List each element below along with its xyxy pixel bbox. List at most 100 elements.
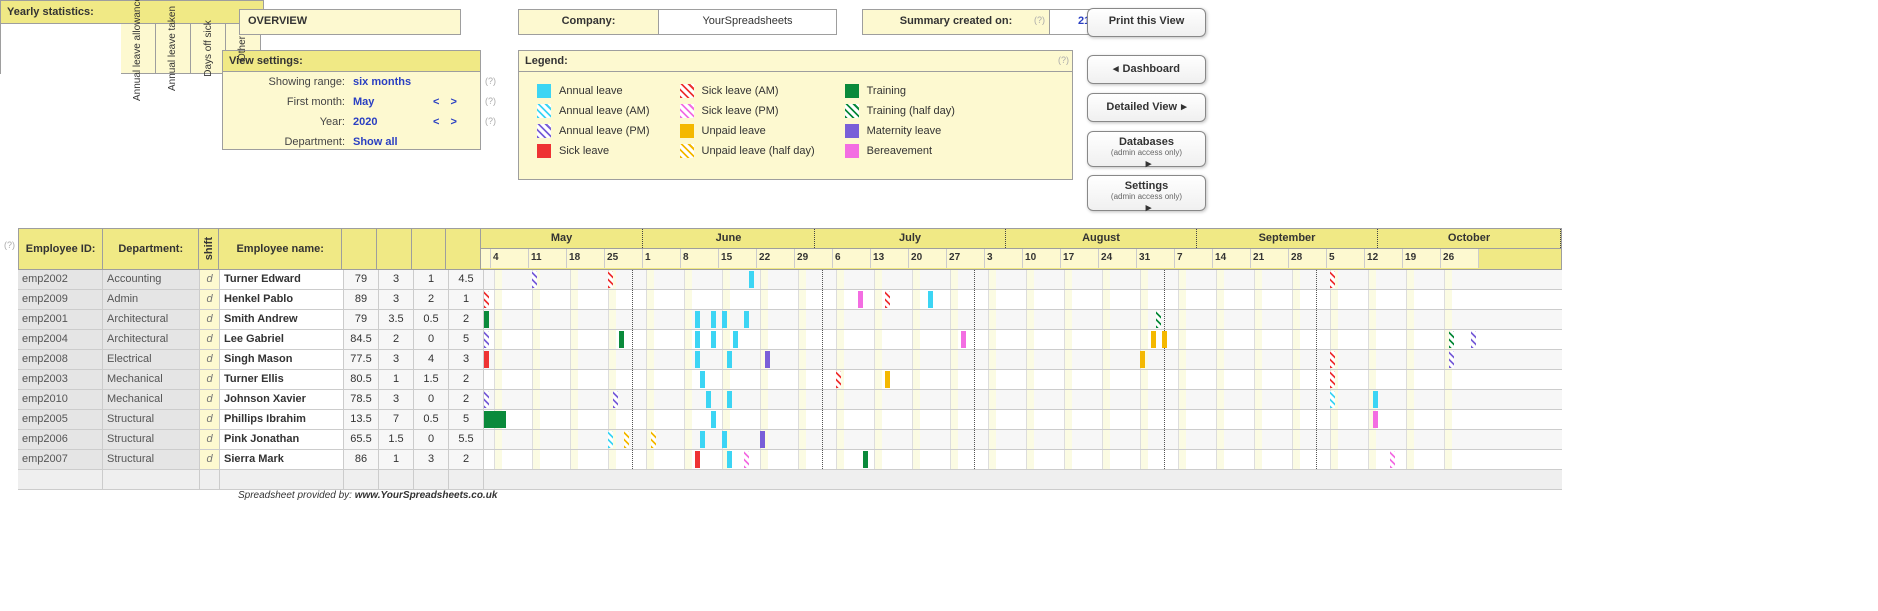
leave-mark[interactable] <box>711 411 716 428</box>
cell-name[interactable]: Phillips Ibrahim <box>220 410 344 430</box>
leave-mark[interactable] <box>961 331 966 348</box>
databases-button[interactable]: Databases (admin access only) <box>1087 131 1206 167</box>
cell-name[interactable]: Lee Gabriel <box>220 330 344 350</box>
leave-mark[interactable] <box>727 451 732 468</box>
cell-name[interactable]: Smith Andrew <box>220 310 344 330</box>
cell-name[interactable]: Pink Jonathan <box>220 430 344 450</box>
footer-link[interactable]: www.YourSpreadsheets.co.uk <box>355 490 498 501</box>
leave-mark[interactable] <box>1156 311 1161 328</box>
prev-next-arrows[interactable]: < > <box>433 116 461 128</box>
leave-mark[interactable] <box>532 271 537 288</box>
cell-shift[interactable]: d <box>200 330 220 350</box>
leave-mark[interactable] <box>1140 351 1145 368</box>
leave-mark[interactable] <box>695 351 700 368</box>
timeline[interactable] <box>484 310 1562 330</box>
leave-mark[interactable] <box>484 411 506 428</box>
cell-shift[interactable]: d <box>200 290 220 310</box>
cell-shift[interactable]: d <box>200 430 220 450</box>
help-icon[interactable]: (?) <box>485 76 496 86</box>
leave-mark[interactable] <box>711 331 716 348</box>
col-employee-id[interactable]: Employee ID: <box>19 229 103 269</box>
timeline[interactable] <box>484 330 1562 350</box>
leave-mark[interactable] <box>700 371 705 388</box>
leave-mark[interactable] <box>1330 351 1335 368</box>
cell-name[interactable]: Turner Edward <box>220 270 344 290</box>
leave-mark[interactable] <box>484 311 489 328</box>
leave-mark[interactable] <box>613 391 618 408</box>
leave-mark[interactable] <box>695 331 700 348</box>
leave-mark[interactable] <box>695 451 700 468</box>
print-button[interactable]: Print this View <box>1087 8 1206 37</box>
leave-mark[interactable] <box>1330 391 1335 408</box>
cell-shift[interactable]: d <box>200 390 220 410</box>
col-employee-name[interactable]: Employee name: <box>219 229 342 269</box>
leave-mark[interactable] <box>722 431 727 448</box>
leave-mark[interactable] <box>619 331 624 348</box>
cell-shift[interactable]: d <box>200 310 220 330</box>
timeline[interactable] <box>484 370 1562 390</box>
leave-mark[interactable] <box>1449 331 1454 348</box>
leave-mark[interactable] <box>727 351 732 368</box>
leave-mark[interactable] <box>836 371 841 388</box>
cell-name[interactable]: Sierra Mark <box>220 450 344 470</box>
timeline[interactable] <box>484 390 1562 410</box>
leave-mark[interactable] <box>1330 271 1335 288</box>
leave-mark[interactable] <box>765 351 770 368</box>
cell-shift[interactable]: d <box>200 450 220 470</box>
leave-mark[interactable] <box>863 451 868 468</box>
leave-mark[interactable] <box>928 291 933 308</box>
leave-mark[interactable] <box>484 291 489 308</box>
leave-mark[interactable] <box>1162 331 1167 348</box>
help-icon[interactable]: (?) <box>4 240 15 250</box>
help-icon[interactable]: (?) <box>485 116 496 126</box>
setting-value[interactable]: Show all <box>353 136 433 148</box>
cell-shift[interactable]: d <box>200 410 220 430</box>
leave-mark[interactable] <box>722 311 727 328</box>
leave-mark[interactable] <box>1373 391 1378 408</box>
leave-mark[interactable] <box>695 311 700 328</box>
help-icon[interactable]: (?) <box>1058 55 1069 65</box>
leave-mark[interactable] <box>484 391 489 408</box>
leave-mark[interactable] <box>706 391 711 408</box>
leave-mark[interactable] <box>1390 451 1395 468</box>
leave-mark[interactable] <box>744 311 749 328</box>
leave-mark[interactable] <box>744 451 749 468</box>
leave-mark[interactable] <box>885 371 890 388</box>
leave-mark[interactable] <box>484 331 489 348</box>
detailed-view-button[interactable]: Detailed View <box>1087 93 1206 122</box>
setting-value[interactable]: 2020 <box>353 116 433 128</box>
help-icon[interactable]: (?) <box>485 96 496 106</box>
leave-mark[interactable] <box>1449 351 1454 368</box>
leave-mark[interactable] <box>858 291 863 308</box>
cell-shift[interactable]: d <box>200 270 220 290</box>
leave-mark[interactable] <box>1151 331 1156 348</box>
settings-button[interactable]: Settings (admin access only) <box>1087 175 1206 211</box>
leave-mark[interactable] <box>885 291 890 308</box>
prev-next-arrows[interactable]: < > <box>433 96 461 108</box>
leave-mark[interactable] <box>749 271 754 288</box>
cell-name[interactable]: Johnson Xavier <box>220 390 344 410</box>
leave-mark[interactable] <box>608 271 613 288</box>
leave-mark[interactable] <box>733 331 738 348</box>
leave-mark[interactable] <box>700 431 705 448</box>
setting-value[interactable]: six months <box>353 76 433 88</box>
timeline[interactable] <box>484 290 1562 310</box>
dashboard-button[interactable]: Dashboard <box>1087 55 1206 84</box>
cell-shift[interactable]: d <box>200 370 220 390</box>
leave-mark[interactable] <box>1471 331 1476 348</box>
leave-mark[interactable] <box>760 431 765 448</box>
help-icon[interactable]: (?) <box>1034 15 1045 25</box>
cell-shift[interactable]: d <box>200 350 220 370</box>
leave-mark[interactable] <box>711 311 716 328</box>
leave-mark[interactable] <box>1330 371 1335 388</box>
timeline[interactable] <box>484 450 1562 470</box>
col-department[interactable]: Department: <box>103 229 199 269</box>
leave-mark[interactable] <box>651 431 656 448</box>
cell-name[interactable]: Singh Mason <box>220 350 344 370</box>
timeline[interactable] <box>484 430 1562 450</box>
leave-mark[interactable] <box>484 351 489 368</box>
cell-name[interactable]: Turner Ellis <box>220 370 344 390</box>
leave-mark[interactable] <box>608 431 613 448</box>
timeline[interactable] <box>484 410 1562 430</box>
timeline[interactable] <box>484 270 1562 290</box>
